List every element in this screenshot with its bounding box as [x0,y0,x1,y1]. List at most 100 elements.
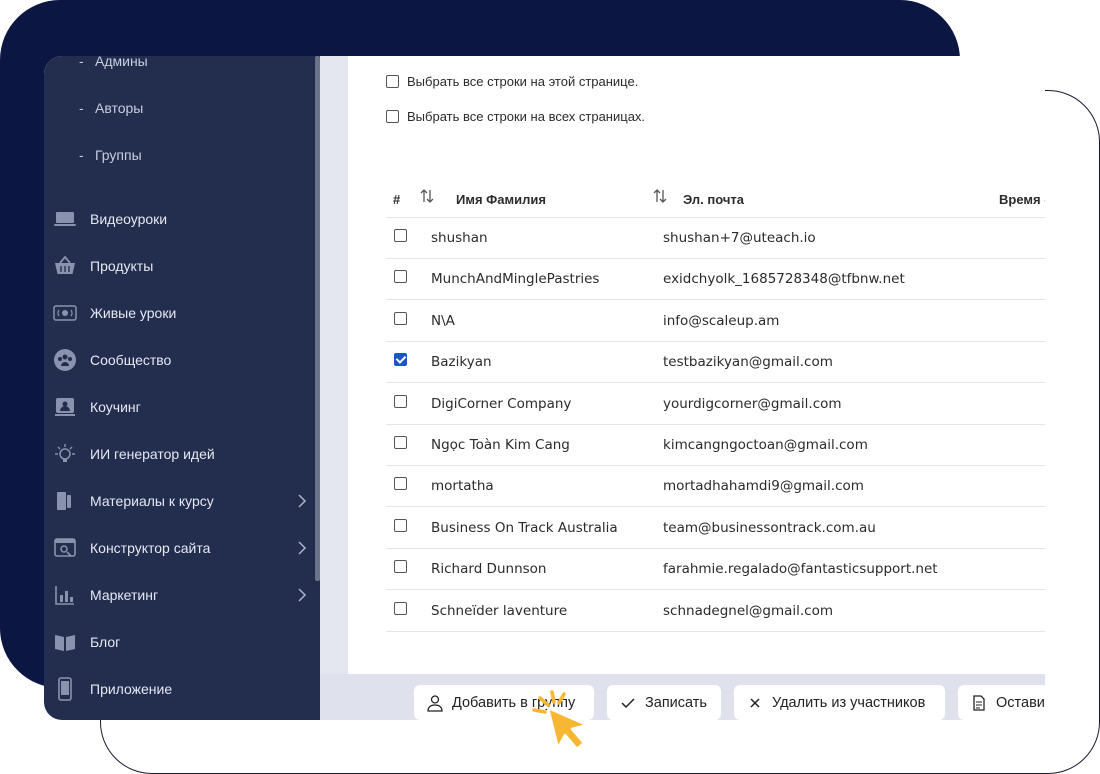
document-icon [970,694,988,712]
enroll-label: Записать [645,694,707,711]
row-email: testbazikyan@gmail.com [663,354,833,371]
leave-label: Остави [996,694,1045,711]
sort-icon[interactable] [652,188,668,204]
row-checkbox[interactable] [394,229,407,242]
live-camera-icon [53,301,77,325]
sidebar-item-coaching[interactable]: Коучинг [44,387,314,427]
row-name: Richard Dunnson [431,561,547,578]
row-name: shushan [431,230,488,246]
row-checkbox[interactable] [394,601,407,615]
sidebar-item-label: Конструктор сайта [90,540,211,556]
table-row[interactable]: shushan shushan+7@uteach.io [386,218,1045,259]
table-row[interactable]: Business On Track Australia team@business… [386,508,1045,549]
row-name: Schneïder laventure [431,602,568,619]
table-header: # Имя Фамилия Эл. почта Время с [386,182,1045,218]
row-email: mortadhahamdi9@gmail.com [663,478,864,495]
row-email: schnadegnel@gmail.com [663,602,834,619]
sidebar-item-label: Маркетинг [90,587,159,603]
sidebar-item-app[interactable]: Приложение [44,669,314,709]
sidebar-item-label: Коучинг [90,399,141,415]
sidebar-subitem-admins[interactable]: - Админы [79,56,148,69]
chevron-right-icon [297,587,307,603]
site-builder-icon [53,536,77,560]
table-row[interactable]: Bazikyan testbazikyan@gmail.com [386,342,1045,384]
check-icon [619,694,637,712]
sidebar-item-label: ИИ генератор идей [90,446,215,462]
sort-icon[interactable] [419,188,435,204]
table-row[interactable]: DigiCorner Company yourdigcorner@gmail.co… [386,384,1045,425]
column-email-header[interactable]: Эл. почта [683,192,744,207]
hand-pointer-cursor-icon [530,686,602,758]
row-checkbox[interactable] [394,311,407,325]
column-index-header: # [393,192,401,207]
column-name-header[interactable]: Имя Фамилия [456,192,546,207]
bulk-action-bar: Добавить в группу Записать Удалить из уч… [320,674,1045,720]
sidebar-item-label: Приложение [90,681,173,697]
sidebar-item-blog[interactable]: Блог [44,622,314,662]
sidebar-item-label: Продукты [90,258,154,274]
sidebar-item-label: Сообщество [90,352,172,368]
sidebar-item-label: Видеоуроки [90,211,168,227]
sidebar-subitem-authors[interactable]: - Авторы [79,100,143,116]
table-row[interactable]: Richard Dunnson farahmie.regalado@fantast… [386,549,1045,591]
sidebar-item-label: Живые уроки [90,305,177,321]
chevron-right-icon [297,493,307,509]
select-page-label: Выбрать все строки на этой странице. [407,74,639,89]
basket-icon [53,254,77,278]
select-page-checkbox[interactable] [386,75,399,88]
row-name: Ngọc Toàn Kim Cang [431,437,570,453]
table-row[interactable]: N\A info@scaleup.am [386,301,1045,342]
row-checkbox[interactable] [394,353,407,367]
row-name: Bazikyan [431,354,492,371]
row-checkbox[interactable] [394,477,407,491]
row-email: yourdigcorner@gmail.com [663,395,842,412]
sidebar: - Админы - Авторы - Группы Видеоуроки Проду… [44,56,320,720]
remove-label: Удалить из участников [772,694,926,711]
main-content: Выбрать все строки на этой странице. Выб… [348,56,1045,674]
sidebar-subitem-groups[interactable]: - Группы [79,147,142,163]
app-window: - Админы - Авторы - Группы Видеоуроки Проду… [44,56,1045,720]
select-page-rows[interactable]: Выбрать все строки на этой странице. [386,74,638,89]
row-checkbox[interactable] [394,394,407,408]
row-name: mortatha [431,478,494,495]
sidebar-item-community[interactable]: Сообщество [44,340,314,380]
select-all-rows[interactable]: Выбрать все строки на всех страницах. [386,109,645,124]
leave-note-button[interactable]: Остави [958,685,1045,720]
sidebar-item-products[interactable]: Продукты [44,246,314,286]
sidebar-subitem-label: Админы [95,56,148,69]
sidebar-item-label: Блог [90,634,121,650]
enroll-button[interactable]: Записать [607,685,721,720]
row-email: farahmie.regalado@fantasticsupport.net [663,561,938,578]
materials-icon [53,489,77,513]
sidebar-item-marketing[interactable]: Маркетинг [44,575,314,615]
chevron-right-icon [297,540,307,556]
row-checkbox[interactable] [394,560,407,574]
marketing-chart-icon [53,583,77,607]
ai-idea-icon [53,442,77,466]
row-email: team@businessontrack.com.au [663,519,876,536]
sidebar-item-label: Материалы к курсу [90,493,214,509]
table-row[interactable]: MunchAndMinglePastries exidchyolk_1685728… [386,259,1045,301]
row-name: DigiCorner Company [431,395,572,412]
row-name: N\A [431,312,455,329]
row-checkbox[interactable] [394,518,407,532]
table-row[interactable]: mortatha mortadhahamdi9@gmail.com [386,466,1045,508]
sidebar-item-ai-ideas[interactable]: ИИ генератор идей [44,434,314,474]
sidebar-item-live-lessons[interactable]: Живые уроки [44,293,314,333]
coaching-icon [53,395,77,419]
close-icon [746,694,764,712]
sidebar-item-videos[interactable]: Видеоуроки [44,199,314,239]
row-checkbox[interactable] [394,270,407,284]
sidebar-item-course-materials[interactable]: Материалы к курсу [44,481,314,521]
user-icon [426,694,444,712]
table-row[interactable]: Ngọc Toàn Kim Cang kimcangngoctoan@gmail.… [386,425,1045,466]
select-all-checkbox[interactable] [386,110,399,123]
row-name: Business On Track Australia [431,519,618,536]
column-time-header[interactable]: Время с [999,192,1045,207]
mobile-app-icon [53,677,77,701]
sidebar-item-site-builder[interactable]: Конструктор сайта [44,528,314,568]
table-row[interactable]: Schneïder laventure schnadegnel@gmail.com [386,591,1045,632]
remove-from-members-button[interactable]: Удалить из участников [734,685,945,720]
row-checkbox[interactable] [394,436,407,449]
row-name: MunchAndMinglePastries [431,271,600,288]
